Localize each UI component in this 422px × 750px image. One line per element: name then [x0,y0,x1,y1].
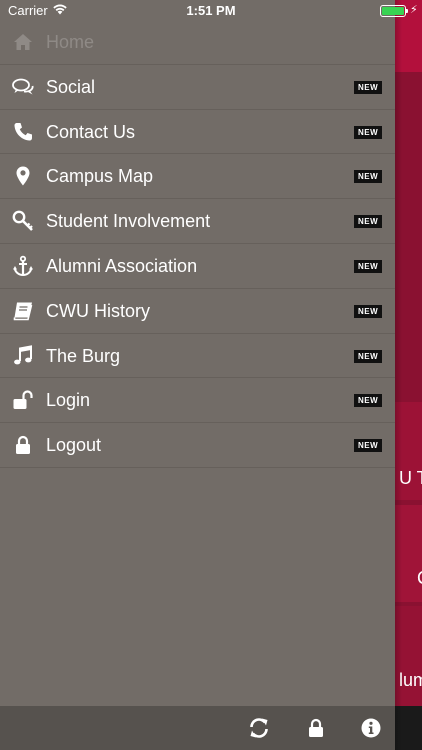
map-pin-icon [12,165,34,187]
menu-item-label: Contact Us [46,121,136,142]
status-bar: Carrier 1:51 PM ⚡ [0,0,422,22]
refresh-icon[interactable] [247,716,271,740]
menu-item-label: Home [46,32,95,52]
menu-item-label: Alumni Association [46,255,198,276]
menu-list: Home Social NEW Contact Us NEW Campus Ma… [0,20,395,468]
clock: 1:51 PM [186,3,236,18]
menu-item-home[interactable]: Home [0,20,395,65]
menu-item-the-burg[interactable]: The Burg NEW [0,334,395,379]
menu-item-login[interactable]: Login NEW [0,378,395,424]
new-badge: NEW [354,125,383,139]
charging-icon: ⚡ [410,4,418,16]
menu-item-label: Social [46,76,96,97]
menu-item-label: Login [46,390,91,411]
new-badge: NEW [354,394,383,408]
new-badge: NEW [354,349,383,363]
key-icon [12,210,34,232]
menu-item-student-involvement[interactable]: Student Involvement NEW [0,199,395,244]
peek-text: lum [399,670,422,690]
anchor-icon [12,255,34,277]
menu-item-alumni-association[interactable]: Alumni Association NEW [0,244,395,289]
new-badge: NEW [354,80,383,94]
menu-item-label: Campus Map [46,166,154,187]
chat-bubbles-icon [12,76,34,98]
new-badge: NEW [354,215,383,229]
menu-item-label: CWU History [46,300,150,321]
menu-item-cwu-history[interactable]: CWU History NEW [0,289,395,334]
peek-text: C [417,568,422,589]
battery-icon [380,5,406,17]
menu-item-label: Student Involvement [46,211,211,232]
new-badge: NEW [354,439,383,453]
battery-nub [406,9,408,13]
menu-item-label: Logout [46,435,102,456]
menu-item-label: The Burg [46,345,121,366]
music-note-icon [12,344,34,367]
side-drawer: Home Social NEW Contact Us NEW Campus Ma… [0,0,395,750]
info-icon[interactable] [359,716,383,740]
menu-item-social[interactable]: Social NEW [0,65,395,110]
menu-item-campus-map[interactable]: Campus Map NEW [0,154,395,200]
lock-icon [12,434,34,456]
phone-icon [12,121,34,143]
new-badge: NEW [354,259,383,273]
new-badge: NEW [354,170,383,184]
book-icon [12,300,34,322]
menu-item-logout[interactable]: Logout NEW [0,423,395,468]
drawer-toolbar [0,706,395,750]
unlock-icon [12,389,34,411]
home-icon [12,31,34,53]
new-badge: NEW [354,304,383,318]
menu-item-contact-us[interactable]: Contact Us NEW [0,110,395,155]
peek-text: U T [399,468,422,488]
lock-icon[interactable] [304,716,328,740]
